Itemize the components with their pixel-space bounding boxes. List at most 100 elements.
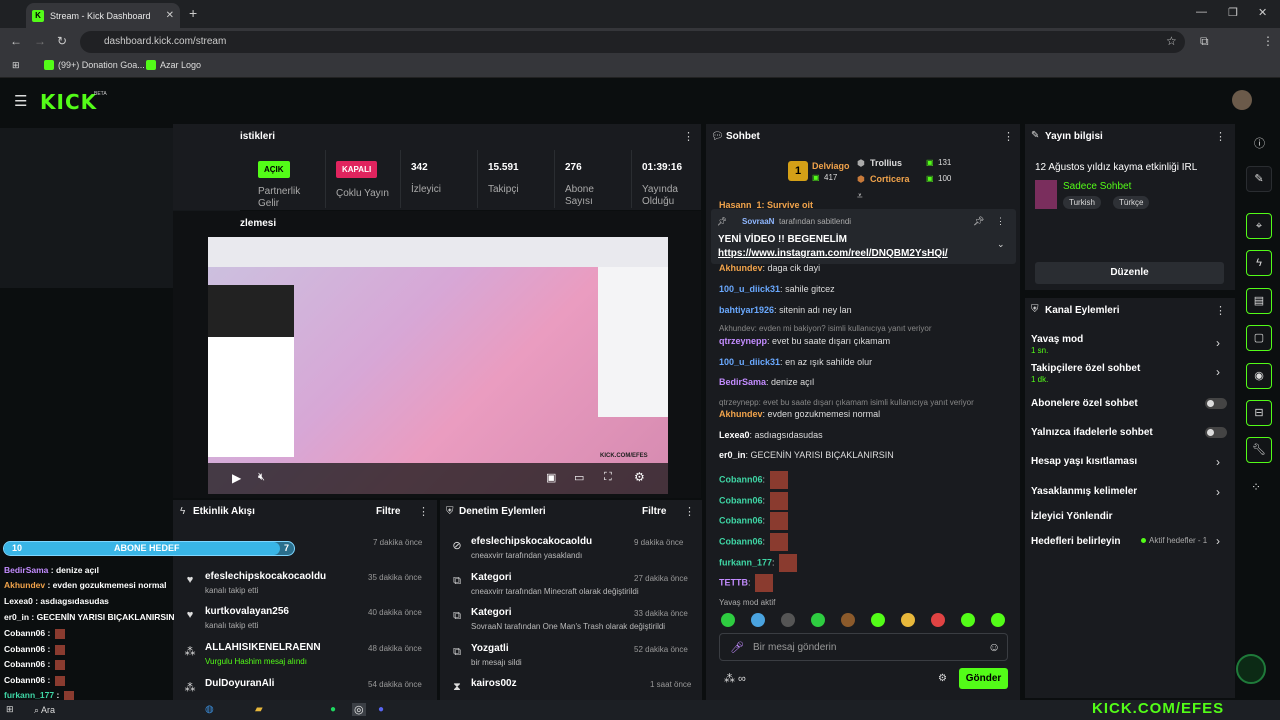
- points-icon[interactable]: ⁂ ∞: [724, 672, 746, 685]
- toggle-switch[interactable]: [1205, 427, 1227, 438]
- chrome-icon[interactable]: ◎: [352, 703, 366, 716]
- fullscreen-icon[interactable]: ⛶: [604, 471, 612, 484]
- pinned-more-icon[interactable]: ⋮: [996, 216, 1005, 227]
- chevron-right-icon[interactable]: ›: [1216, 336, 1220, 350]
- chat-username[interactable]: TETTB: [719, 577, 748, 587]
- chat-username[interactable]: qtrzeynepp: [719, 336, 767, 346]
- unpin-icon[interactable]: 📌︎: [973, 216, 984, 227]
- chat-settings-icon[interactable]: ⚙: [938, 673, 947, 684]
- stats-more-icon[interactable]: ⋮: [683, 130, 694, 143]
- chat-tool-icon[interactable]: ▢: [1246, 325, 1272, 351]
- reload-icon[interactable]: ↻: [57, 34, 67, 48]
- moderation-name[interactable]: Yozgatli: [471, 643, 509, 654]
- toggle-switch[interactable]: [1205, 398, 1227, 409]
- edit-button[interactable]: Düzenle: [1035, 262, 1224, 284]
- chat-username[interactable]: 100_u_diick31: [719, 284, 780, 294]
- chat-username[interactable]: Akhundev: [719, 263, 763, 273]
- moderation-filter-button[interactable]: Filtre: [642, 506, 666, 517]
- chevron-right-icon[interactable]: ›: [1216, 365, 1220, 379]
- channel-action-label[interactable]: Takipçilere özel sohbet: [1031, 363, 1140, 374]
- start-icon[interactable]: ⊞: [6, 704, 14, 715]
- channel-action-label[interactable]: Hesap yaşı kısıtlaması: [1031, 456, 1137, 467]
- close-tab-icon[interactable]: ✕: [166, 10, 174, 21]
- taskbar-search[interactable]: ⌕ Ara: [34, 705, 55, 716]
- chat-username[interactable]: 100_u_diick31: [719, 357, 780, 367]
- chevron-right-icon[interactable]: ›: [1216, 455, 1220, 469]
- chevron-right-icon[interactable]: ›: [1216, 534, 1220, 548]
- emote-icon[interactable]: [751, 613, 765, 627]
- stream-preview-video[interactable]: ▶ 🔇︎ ▣ ▭ ⛶ ⚙ KICK.COM/EFES: [208, 237, 668, 494]
- extensions-icon[interactable]: ⧉: [1200, 34, 1209, 49]
- wrench-icon[interactable]: 🔧︎: [1246, 437, 1272, 463]
- mute-icon[interactable]: 🔇︎: [258, 471, 265, 484]
- hamburger-menu-icon[interactable]: ☰: [14, 92, 27, 110]
- activity-name[interactable]: efeslechipskocakocaoldu: [205, 571, 326, 582]
- activity-name[interactable]: ALLAHISIKENELRAENN: [205, 642, 321, 653]
- emote-icon[interactable]: [781, 613, 795, 627]
- lightning-tool-icon[interactable]: ϟ: [1246, 250, 1272, 276]
- activity-more-icon[interactable]: ⋮: [418, 505, 429, 518]
- activity-name[interactable]: kurtkovalayan256: [205, 606, 289, 617]
- bookmark-item[interactable]: (99+) Donation Goa...: [44, 60, 145, 70]
- chat-username[interactable]: BedirSama: [719, 377, 766, 387]
- edit-tool-icon[interactable]: ✎: [1246, 166, 1272, 192]
- discord-icon[interactable]: ●: [378, 704, 384, 715]
- chat-username[interactable]: Akhundev: [719, 409, 763, 419]
- moderation-name[interactable]: Kategori: [471, 607, 512, 618]
- activity-filter-button[interactable]: Filtre: [376, 506, 400, 517]
- user-avatar[interactable]: [1232, 90, 1252, 110]
- emote-icon[interactable]: [811, 613, 825, 627]
- chat-username[interactable]: Cobann06: [719, 515, 763, 525]
- chat-username[interactable]: Cobann06: [719, 495, 763, 505]
- restore-icon[interactable]: ❐: [1228, 6, 1238, 19]
- url-input[interactable]: dashboard.kick.com/stream: [80, 31, 1185, 53]
- chat-username[interactable]: Cobann06: [719, 474, 763, 484]
- expand-pinned-icon[interactable]: ⌄: [997, 239, 1005, 250]
- channel-action-label[interactable]: Abonelere özel sohbet: [1031, 398, 1138, 409]
- layout-icon[interactable]: ⊟: [1246, 400, 1272, 426]
- chat-more-icon[interactable]: ⋮: [1003, 130, 1014, 143]
- send-button[interactable]: Gönder: [959, 668, 1008, 689]
- chat-username[interactable]: er0_in: [719, 450, 746, 460]
- microphone-icon[interactable]: 🎤︎: [730, 641, 744, 654]
- play-icon[interactable]: ▶: [232, 471, 241, 485]
- emote-icon[interactable]: [721, 613, 735, 627]
- chat-username[interactable]: Lexea0: [719, 430, 750, 440]
- activity-name[interactable]: DulDoyuranAli: [205, 678, 274, 689]
- collapse-leaderboard-icon[interactable]: ⩡: [857, 191, 863, 202]
- channel-action-label[interactable]: Hedefleri belirleyin: [1031, 536, 1120, 547]
- moderation-name[interactable]: Kategori: [471, 572, 512, 583]
- info-icon[interactable]: ⓘ: [1254, 135, 1265, 151]
- emote-icon[interactable]: [991, 613, 1005, 627]
- chat-username[interactable]: bahtiyar1926: [719, 305, 774, 315]
- bookmark-item[interactable]: Azar Logo: [146, 60, 201, 70]
- channel-action-label[interactable]: İzleyici Yönlendir: [1031, 511, 1113, 522]
- edge-icon[interactable]: ◍: [205, 704, 214, 715]
- broadcast-icon[interactable]: ◉: [1246, 363, 1272, 389]
- emote-icon[interactable]: [961, 613, 975, 627]
- kick-logo[interactable]: KICK: [40, 90, 97, 114]
- close-window-icon[interactable]: ✕: [1258, 6, 1267, 19]
- emote-icon[interactable]: [871, 613, 885, 627]
- emote-icon[interactable]: [901, 613, 915, 627]
- channel-action-label[interactable]: Yasaklanmış kelimeler: [1031, 486, 1137, 497]
- pip-icon[interactable]: ▣: [546, 471, 556, 484]
- settings-icon[interactable]: ⚙: [634, 470, 645, 484]
- emoji-icon[interactable]: ☺: [988, 640, 1000, 654]
- moderation-name[interactable]: efeslechipskocakocaoldu: [471, 536, 592, 547]
- forward-icon[interactable]: →: [34, 34, 46, 48]
- new-tab-icon[interactable]: +: [189, 5, 197, 21]
- stream-info-more-icon[interactable]: ⋮: [1215, 130, 1226, 143]
- emote-icon[interactable]: [841, 613, 855, 627]
- browser-tab[interactable]: K Stream - Kick Dashboard ✕: [26, 3, 180, 28]
- chat-username[interactable]: furkann_177: [719, 557, 772, 567]
- document-icon[interactable]: ▤: [1246, 288, 1272, 314]
- apps-tool-icon[interactable]: ⁘: [1251, 480, 1261, 494]
- chat-username[interactable]: Cobann06: [719, 536, 763, 546]
- folder-icon[interactable]: ▰: [255, 704, 263, 715]
- back-icon[interactable]: ←: [10, 34, 22, 48]
- menu-icon[interactable]: ⋮: [1262, 34, 1274, 48]
- bookmark-star-icon[interactable]: ☆: [1166, 34, 1177, 48]
- category-name[interactable]: Sadece Sohbet: [1063, 181, 1131, 192]
- pinned-link[interactable]: https://www.instagram.com/reel/DNQBM2YsH…: [718, 248, 948, 259]
